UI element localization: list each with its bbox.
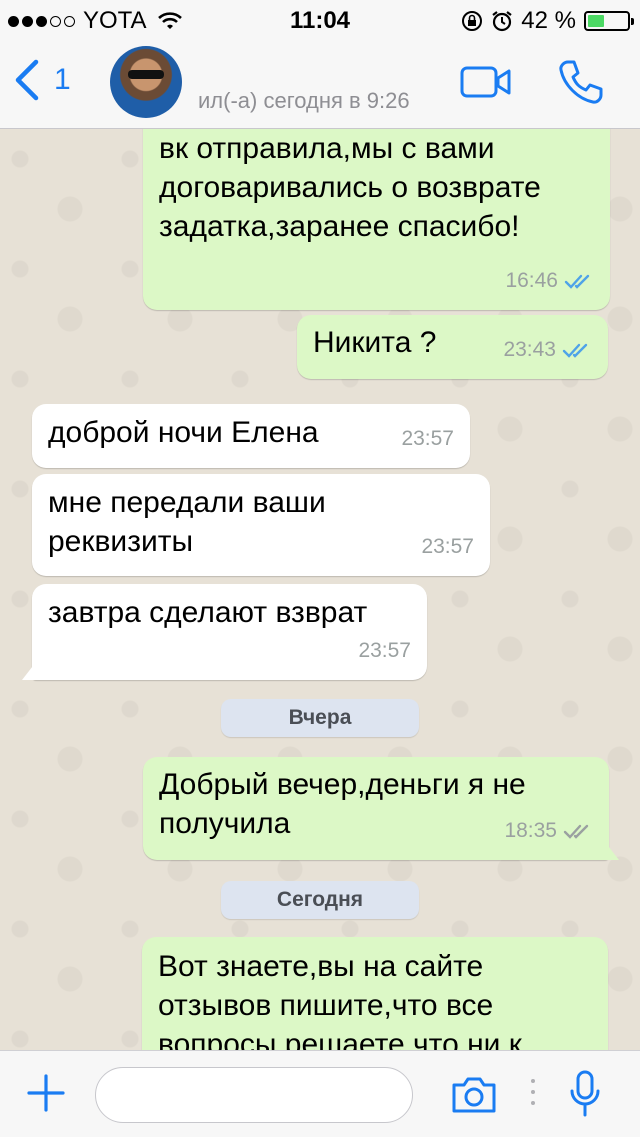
double-check-read-icon bbox=[564, 274, 590, 289]
message-input[interactable] bbox=[95, 1067, 413, 1123]
status-right: 42 % bbox=[461, 7, 634, 35]
video-camera-icon bbox=[460, 66, 511, 98]
message-bubble-incoming[interactable]: завтра сделают взврат 23:57 bbox=[22, 584, 427, 680]
message-meta: 23:57 bbox=[358, 631, 411, 670]
camera-icon bbox=[452, 1077, 496, 1113]
message-bubble-incoming[interactable]: мне передали ваши реквизиты 23:57 bbox=[32, 474, 490, 576]
battery-percentage: 42 % bbox=[521, 7, 576, 34]
last-seen-status[interactable]: ил(-а) сегодня в 9:26 bbox=[198, 88, 410, 114]
chevron-left-icon bbox=[15, 59, 39, 101]
message-bubble-incoming[interactable]: доброй ночи Елена 23:57 bbox=[32, 404, 470, 468]
message-meta: 18:35 bbox=[504, 811, 593, 850]
double-check-read-icon bbox=[562, 343, 588, 358]
message-text: завтра сделают взврат bbox=[48, 596, 368, 629]
unread-chats-count: 1 bbox=[54, 63, 71, 96]
message-text: вк отправила,мы с вами договаривались о … bbox=[159, 132, 541, 243]
date-separator: Сегодня bbox=[221, 881, 419, 919]
message-meta: 23:57 bbox=[401, 419, 454, 458]
message-bubble-outgoing[interactable]: вк отправила,мы с вами договаривались о … bbox=[143, 129, 610, 310]
message-bubble-outgoing[interactable]: Добрый вечер,деньги я не получила 18:35 bbox=[143, 757, 619, 860]
message-time: 23:43 bbox=[503, 338, 556, 361]
message-composer bbox=[0, 1050, 640, 1137]
back-button[interactable]: 1 bbox=[14, 58, 71, 102]
message-text: Никита ? bbox=[313, 326, 437, 359]
camera-button[interactable] bbox=[450, 1075, 498, 1120]
phone-icon bbox=[559, 60, 603, 104]
message-text: доброй ночи Елена bbox=[48, 416, 319, 449]
message-time: 16:46 bbox=[505, 269, 558, 292]
avatar-glasses bbox=[128, 70, 164, 79]
chat-messages-area[interactable]: вк отправила,мы с вами договаривались о … bbox=[0, 129, 640, 1050]
message-time: 18:35 bbox=[504, 819, 557, 842]
video-call-button[interactable] bbox=[460, 66, 512, 103]
bubble-tail bbox=[605, 842, 619, 860]
message-time: 23:57 bbox=[401, 427, 454, 450]
message-meta: 16:46 bbox=[505, 261, 594, 300]
message-time: 23:57 bbox=[421, 535, 474, 558]
message-time: 23:57 bbox=[358, 639, 411, 662]
message-bubble-outgoing[interactable]: Никита ? 23:43 bbox=[297, 315, 608, 379]
microphone-icon bbox=[570, 1070, 600, 1117]
message-text: Вот знаете,вы на сайте отзывов пишите,чт… bbox=[158, 950, 522, 1050]
voice-call-button[interactable] bbox=[556, 58, 604, 111]
bubble-tail bbox=[22, 662, 36, 680]
alarm-icon bbox=[492, 11, 512, 32]
chat-header: 1 ил(-а) сегодня в 9:26 bbox=[0, 40, 640, 129]
date-separator: Вчера bbox=[221, 699, 419, 737]
message-text: мне передали ваши реквизиты bbox=[48, 486, 326, 558]
message-meta: 23:57 bbox=[421, 527, 474, 566]
battery-icon bbox=[584, 11, 634, 31]
message-bubble-outgoing[interactable]: Вот знаете,вы на сайте отзывов пишите,чт… bbox=[142, 937, 608, 1050]
voice-message-button[interactable] bbox=[568, 1069, 602, 1124]
attach-button[interactable] bbox=[26, 1073, 66, 1118]
status-bar: YOTA 11:04 42 % bbox=[0, 0, 640, 40]
contact-avatar[interactable] bbox=[110, 46, 182, 118]
rotation-lock-icon bbox=[462, 11, 483, 31]
divider-dots-icon bbox=[531, 1079, 535, 1105]
message-meta: 23:43 bbox=[503, 330, 592, 369]
double-check-delivered-icon bbox=[563, 824, 589, 839]
plus-icon bbox=[27, 1074, 65, 1112]
